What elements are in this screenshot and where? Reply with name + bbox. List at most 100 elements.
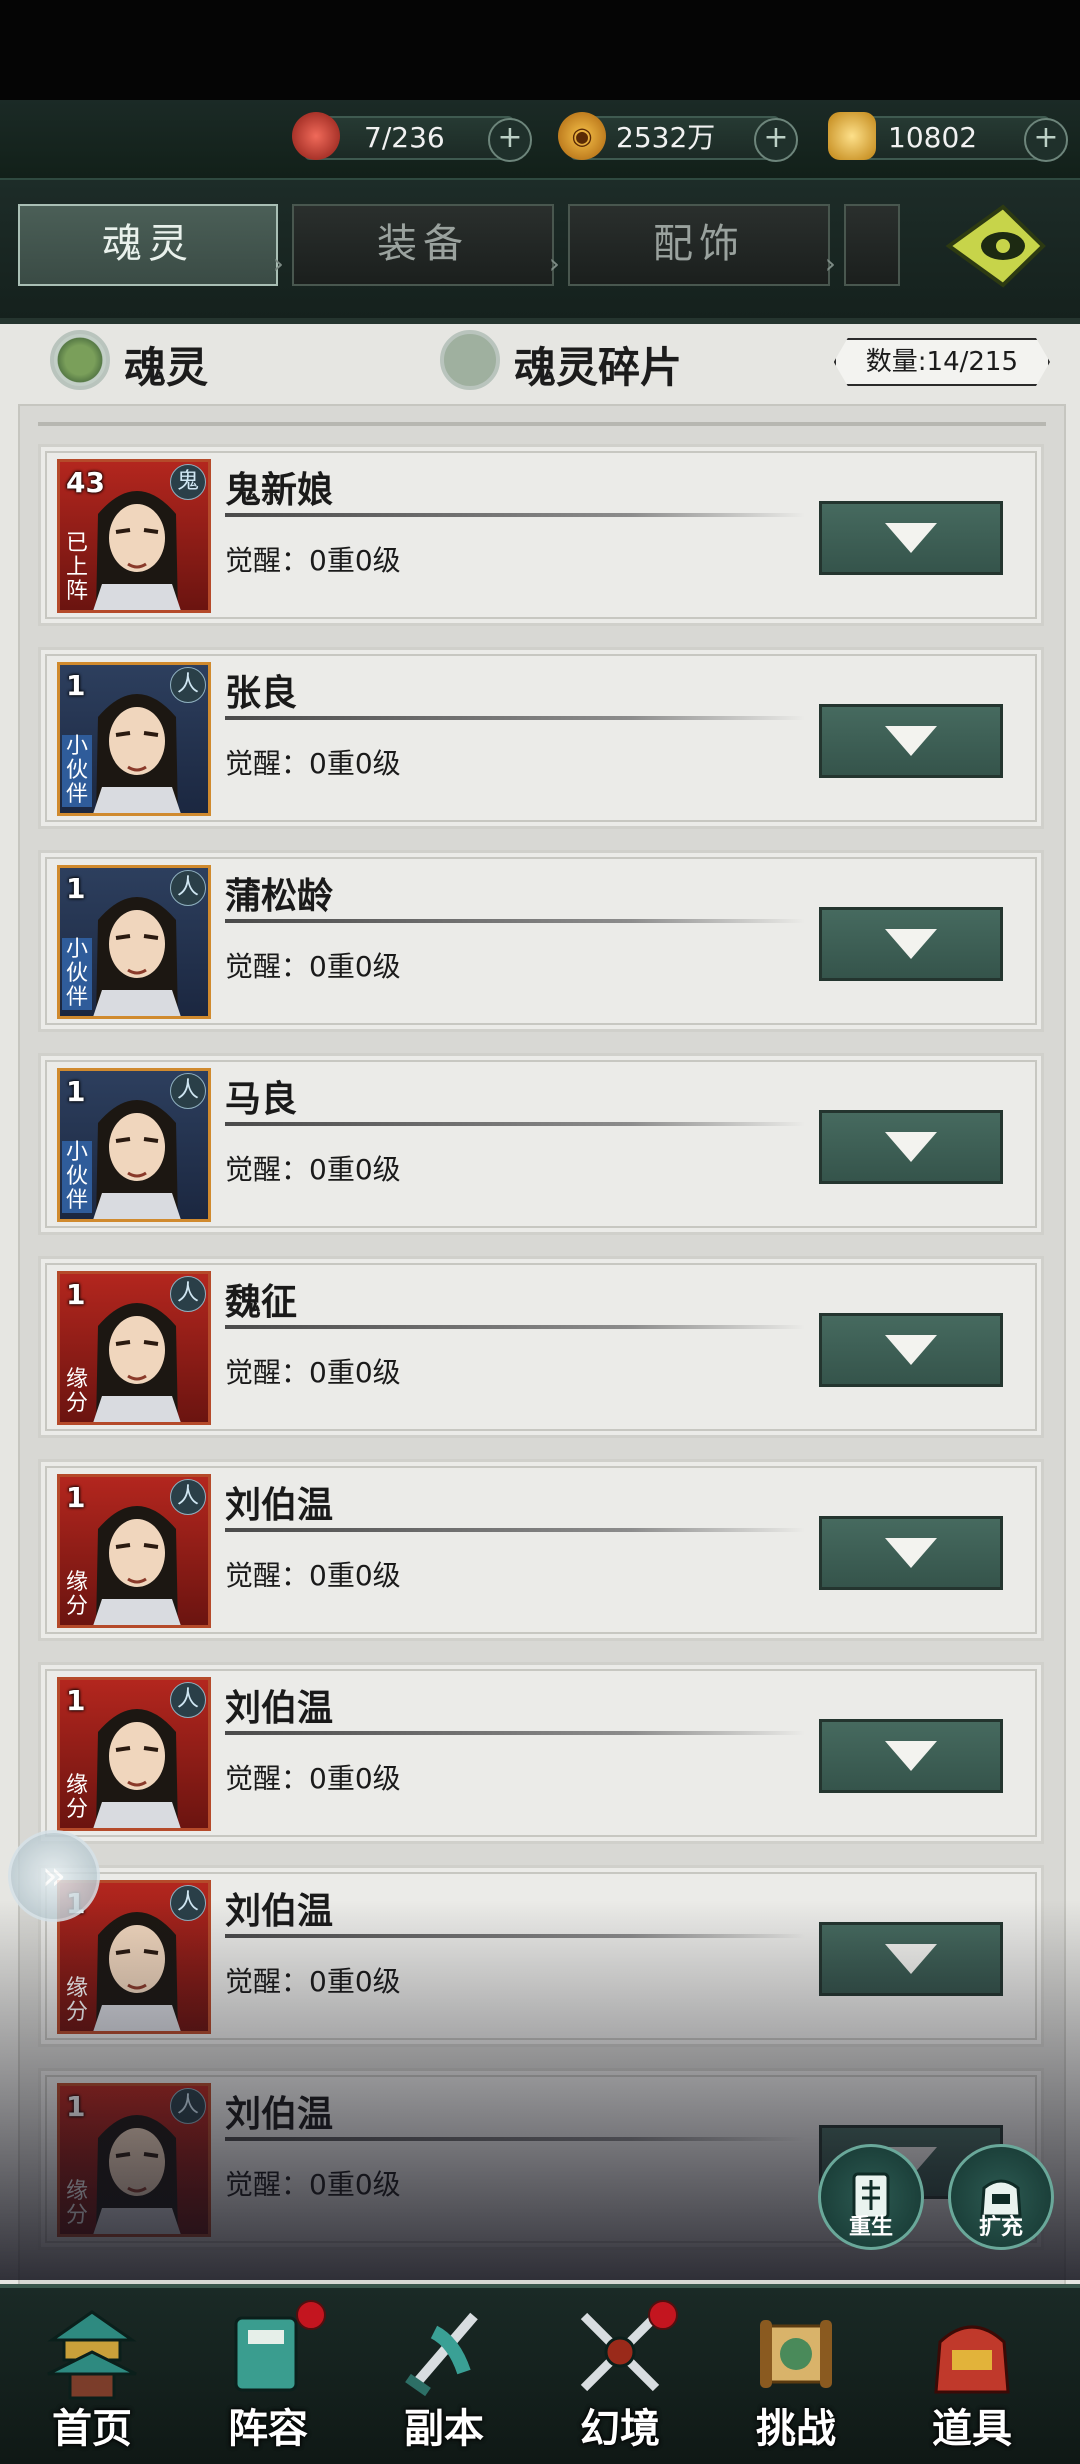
nav-label: 阵容 bbox=[228, 2406, 308, 2452]
list-divider bbox=[38, 422, 1046, 426]
list-item[interactable]: 43 鬼 已上阵 鬼新娘 觉醒：0重0级 bbox=[38, 444, 1044, 626]
type-badge: 人 bbox=[170, 1276, 206, 1312]
list-item[interactable]: 1 人 小伙伴 张良 觉醒：0重0级 bbox=[38, 647, 1044, 829]
expand-row-button[interactable] bbox=[819, 1922, 1003, 1996]
tab-equipment-label: 装备 bbox=[377, 221, 469, 267]
radio-soul-fragment[interactable] bbox=[440, 330, 500, 390]
list-item[interactable]: 1 人 小伙伴 蒲松龄 觉醒：0重0级 bbox=[38, 850, 1044, 1032]
tab-more[interactable] bbox=[844, 204, 900, 286]
name-underline bbox=[225, 1528, 805, 1532]
name-underline bbox=[225, 919, 805, 923]
nav-item[interactable]: 挑战 bbox=[708, 2288, 884, 2464]
expand-row-button[interactable] bbox=[819, 1110, 1003, 1184]
character-avatar[interactable]: 1 人 小伙伴 bbox=[57, 662, 211, 816]
ingot-value: 10802 bbox=[888, 121, 978, 154]
character-avatar[interactable]: 1 人 小伙伴 bbox=[57, 865, 211, 1019]
chevron-down-icon bbox=[885, 1741, 937, 1771]
nav-item[interactable]: 首页 bbox=[4, 2288, 180, 2464]
coin-counter: ◉ 2532万 + bbox=[558, 112, 798, 162]
ingot-icon bbox=[828, 112, 876, 160]
nav-label: 幻境 bbox=[580, 2406, 660, 2452]
type-badge: 人 bbox=[170, 2088, 206, 2124]
tab-accessory[interactable]: 配饰 › bbox=[568, 204, 836, 286]
stamina-counter: 7/236 + bbox=[292, 112, 532, 162]
level-badge: 43 bbox=[66, 466, 105, 499]
level-badge: 1 bbox=[66, 1075, 86, 1108]
list-item[interactable]: 1 人 缘分 刘伯温 觉醒：0重0级 bbox=[38, 1662, 1044, 1844]
level-badge: 1 bbox=[66, 872, 86, 905]
add-coin-button[interactable]: + bbox=[754, 118, 798, 162]
coin-icon: ◉ bbox=[558, 112, 606, 160]
character-name: 鬼新娘 bbox=[225, 470, 334, 511]
tab-soul[interactable]: 魂灵 › bbox=[18, 204, 284, 286]
nav-item[interactable]: 阵容 bbox=[180, 2288, 356, 2464]
orb-icon bbox=[292, 112, 340, 160]
eye-emblem-button[interactable] bbox=[936, 196, 1056, 296]
character-avatar[interactable]: 1 人 缘分 bbox=[57, 2083, 211, 2237]
awaken-status: 觉醒：0重0级 bbox=[225, 1356, 401, 1389]
add-ingot-button[interactable]: + bbox=[1024, 118, 1068, 162]
expand-row-button[interactable] bbox=[819, 1313, 1003, 1387]
awaken-status: 觉醒：0重0级 bbox=[225, 2168, 401, 2201]
chevron-down-icon bbox=[885, 1944, 937, 1974]
character-avatar[interactable]: 1 人 缘分 bbox=[57, 1677, 211, 1831]
status-tag: 小伙伴 bbox=[62, 1141, 92, 1213]
level-badge: 1 bbox=[66, 1278, 86, 1311]
character-avatar[interactable]: 1 人 缘分 bbox=[57, 1271, 211, 1425]
rebirth-label: 重生 bbox=[848, 2215, 893, 2240]
name-underline bbox=[225, 1325, 805, 1329]
chevron-down-icon bbox=[885, 929, 937, 959]
side-expand-button[interactable]: » bbox=[8, 1830, 100, 1922]
rebirth-button[interactable]: 重生 bbox=[818, 2144, 924, 2250]
nav-item[interactable]: 副本 bbox=[356, 2288, 532, 2464]
nav-item[interactable]: 幻境 bbox=[532, 2288, 708, 2464]
tab-accessory-label: 配饰 bbox=[653, 221, 745, 267]
expand-capacity-button[interactable]: 扩充 bbox=[948, 2144, 1054, 2250]
soul-list[interactable]: 43 鬼 已上阵 鬼新娘 觉醒：0重0级 1 人 小伙伴 张良 觉醒：0重0级 … bbox=[18, 404, 1066, 2288]
coin-value: 2532万 bbox=[616, 121, 716, 154]
tab-equipment[interactable]: 装备 › bbox=[292, 204, 560, 286]
nav-label: 副本 bbox=[404, 2406, 484, 2452]
level-badge: 1 bbox=[66, 2090, 86, 2123]
awaken-status: 觉醒：0重0级 bbox=[225, 1762, 401, 1795]
sword-icon bbox=[394, 2302, 494, 2402]
list-item[interactable]: 1 人 小伙伴 马良 觉醒：0重0级 bbox=[38, 1053, 1044, 1235]
nav-label: 首页 bbox=[52, 2406, 132, 2452]
character-avatar[interactable]: 1 人 缘分 bbox=[57, 1474, 211, 1628]
level-badge: 1 bbox=[66, 1481, 86, 1514]
nav-label: 挑战 bbox=[756, 2406, 836, 2452]
character-avatar[interactable]: 1 人 小伙伴 bbox=[57, 1068, 211, 1222]
status-tag: 缘分 bbox=[65, 1570, 88, 1619]
status-tag: 缘分 bbox=[65, 1367, 88, 1416]
expand-row-button[interactable] bbox=[819, 1516, 1003, 1590]
stamina-value: 7/236 bbox=[364, 121, 445, 154]
name-underline bbox=[225, 1122, 805, 1126]
expand-row-button[interactable] bbox=[819, 907, 1003, 981]
filter-bar: 魂灵 魂灵碎片 数量:14/215 bbox=[20, 320, 1060, 400]
list-item[interactable]: 1 人 缘分 刘伯温 觉醒：0重0级 bbox=[38, 1459, 1044, 1641]
name-underline bbox=[225, 1934, 805, 1938]
expand-row-button[interactable] bbox=[819, 704, 1003, 778]
status-tag: 已上阵 bbox=[65, 531, 88, 604]
add-stamina-button[interactable]: + bbox=[488, 118, 532, 162]
awaken-status: 觉醒：0重0级 bbox=[225, 950, 401, 983]
status-tag: 缘分 bbox=[65, 2179, 88, 2228]
type-badge: 人 bbox=[170, 1479, 206, 1515]
expand-row-button[interactable] bbox=[819, 1719, 1003, 1793]
character-avatar[interactable]: 43 鬼 已上阵 bbox=[57, 459, 211, 613]
status-tag: 缘分 bbox=[65, 1976, 88, 2025]
chevron-down-icon bbox=[885, 1132, 937, 1162]
nav-item[interactable]: 道具 bbox=[884, 2288, 1060, 2464]
type-badge: 人 bbox=[170, 1885, 206, 1921]
double-chevron-icon: » bbox=[41, 1853, 67, 1899]
bag-icon bbox=[922, 2302, 1022, 2402]
list-item[interactable]: 1 人 缘分 魏征 觉醒：0重0级 bbox=[38, 1256, 1044, 1438]
character-name: 马良 bbox=[225, 1079, 298, 1120]
name-underline bbox=[225, 513, 805, 517]
character-name: 刘伯温 bbox=[225, 2094, 334, 2135]
list-item[interactable]: 1 人 缘分 刘伯温 觉醒：0重0级 bbox=[38, 1865, 1044, 2047]
radio-soul[interactable] bbox=[50, 330, 110, 390]
tab-soul-label: 魂灵 bbox=[102, 221, 194, 267]
status-tag: 小伙伴 bbox=[62, 938, 92, 1010]
expand-row-button[interactable] bbox=[819, 501, 1003, 575]
